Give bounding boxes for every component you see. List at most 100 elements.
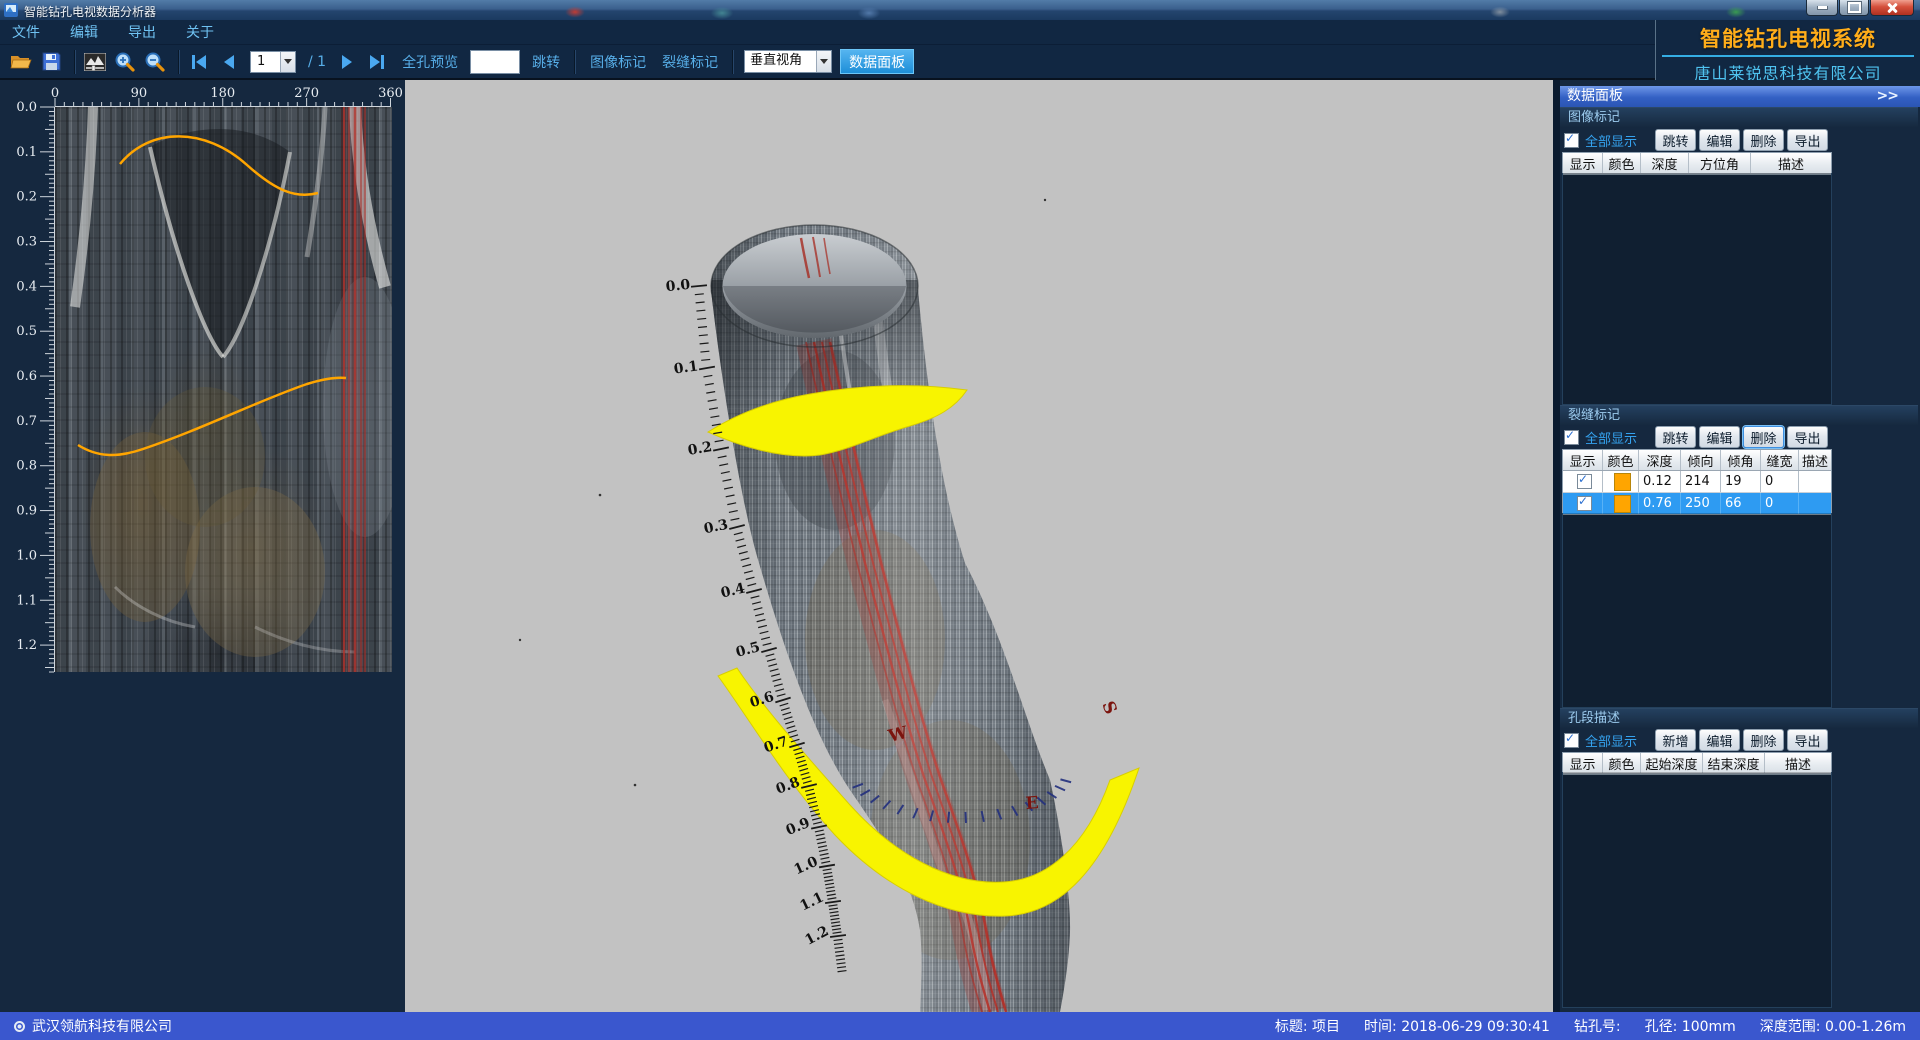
- open-folder-icon: [10, 53, 32, 71]
- column-header: 描述: [1799, 450, 1831, 470]
- image-marks-showall-label[interactable]: 全部显示: [1585, 131, 1637, 150]
- svg-text:1.2: 1.2: [16, 638, 37, 653]
- toolbar-separator: [74, 50, 76, 74]
- status-info: 标题: 项目 时间: 2018-06-29 09:30:41 钻孔号: 孔径: …: [1275, 1016, 1906, 1036]
- save-button[interactable]: [38, 49, 64, 75]
- svg-text:0.9: 0.9: [16, 504, 37, 519]
- combo-dropdown[interactable]: [280, 52, 295, 72]
- image-marks-button-2[interactable]: 编辑: [1699, 129, 1740, 151]
- collapse-panel-button[interactable]: >>: [1877, 86, 1898, 107]
- crack-marks-table: 显示颜色深度倾向倾角缝宽描述0.122141900.76250660: [1562, 449, 1832, 515]
- full-preview-label[interactable]: 全孔预览: [402, 52, 458, 72]
- crack-cell: 19: [1721, 471, 1761, 492]
- view-angle-select[interactable]: 垂直视角: [744, 50, 832, 73]
- crack-marks-button-1[interactable]: 跳转: [1655, 426, 1696, 448]
- segments-showall-checkbox[interactable]: [1564, 733, 1579, 748]
- svg-text:0.8: 0.8: [774, 774, 802, 797]
- page-number-combo[interactable]: 1: [250, 51, 296, 73]
- menu-file[interactable]: 文件: [12, 22, 40, 42]
- select-dropdown[interactable]: [816, 51, 831, 72]
- segments-button-3[interactable]: 删除: [1743, 729, 1784, 751]
- cylinder-scene: WES 0.00.10.20.30.40.50.60.70.80.91.01.1…: [405, 80, 1553, 1012]
- image-marks-table-body: [1562, 173, 1832, 405]
- status-depth-range: 深度范围: 0.00-1.26m: [1760, 1016, 1906, 1036]
- crack-cell: 0: [1761, 471, 1799, 492]
- segments-button-1[interactable]: 新增: [1655, 729, 1696, 751]
- first-page-button[interactable]: [186, 49, 212, 75]
- crack-cell: 0.76: [1639, 493, 1681, 514]
- column-header: 描述: [1765, 753, 1831, 773]
- maximize-button[interactable]: [1839, 0, 1869, 16]
- image-marks-button-1[interactable]: 跳转: [1655, 129, 1696, 151]
- chevron-down-icon: [820, 59, 828, 68]
- first-page-icon: [190, 54, 208, 70]
- borehole-unwrapped-image[interactable]: [55, 107, 392, 672]
- image-adjust-button[interactable]: [82, 49, 108, 75]
- row-checkbox[interactable]: [1577, 474, 1592, 489]
- image-marks-showall-checkbox[interactable]: [1564, 133, 1579, 148]
- column-header: 深度: [1641, 153, 1689, 173]
- segments-section-title: 孔段描述: [1560, 708, 1918, 728]
- minimize-button[interactable]: [1806, 0, 1838, 16]
- borehole-2d-panel: 0901802703600.00.10.20.30.40.50.60.70.80…: [0, 80, 405, 1012]
- menu-export[interactable]: 导出: [128, 22, 156, 42]
- svg-text:90: 90: [131, 86, 148, 101]
- svg-text:0.5: 0.5: [16, 324, 37, 339]
- open-folder-button[interactable]: [8, 49, 34, 75]
- segments-button-2[interactable]: 编辑: [1699, 729, 1740, 751]
- data-panel-title: 数据面板: [1567, 88, 1623, 104]
- svg-text:0.6: 0.6: [16, 369, 37, 384]
- crack-mark-tool[interactable]: 裂缝标记: [662, 52, 718, 72]
- crack-cell: [1603, 471, 1639, 492]
- toolbar-separator: [732, 50, 734, 74]
- borehole-3d-view[interactable]: WES 0.00.10.20.30.40.50.60.70.80.91.01.1…: [405, 80, 1553, 1012]
- segments-controls: 全部显示 新增编辑删除导出: [1564, 728, 1828, 752]
- borehole-image-overlay: [55, 107, 392, 672]
- image-mark-tool[interactable]: 图像标记: [590, 52, 646, 72]
- close-button[interactable]: [1870, 0, 1914, 16]
- crack-marks-showall-label[interactable]: 全部显示: [1585, 428, 1637, 447]
- main-area: 0901802703600.00.10.20.30.40.50.60.70.80…: [0, 80, 1920, 1012]
- crack-marks-button-2[interactable]: 编辑: [1699, 426, 1740, 448]
- crack-marks-button-4[interactable]: 导出: [1787, 426, 1828, 448]
- column-header: 倾角: [1721, 450, 1761, 470]
- image-marks-button-4[interactable]: 导出: [1787, 129, 1828, 151]
- data-panel: 数据面板 >> 图像标记 全部显示 跳转编辑删除导出 显示颜色深度方位角描述 裂…: [1560, 80, 1920, 1012]
- zoom-out-button[interactable]: [142, 49, 168, 75]
- prev-page-button[interactable]: [216, 49, 242, 75]
- crack-marks-showall-checkbox[interactable]: [1564, 430, 1579, 445]
- svg-text:1.0: 1.0: [792, 854, 821, 879]
- next-page-button[interactable]: [334, 49, 360, 75]
- last-page-button[interactable]: [364, 49, 390, 75]
- segments-showall-label[interactable]: 全部显示: [1585, 731, 1637, 750]
- segments-button-4[interactable]: 导出: [1787, 729, 1828, 751]
- zoom-in-button[interactable]: [112, 49, 138, 75]
- crack-marks-table-body: [1562, 513, 1832, 708]
- image-marks-button-3[interactable]: 删除: [1743, 129, 1784, 151]
- crack-cell: [1799, 471, 1831, 492]
- app-icon: [4, 3, 18, 17]
- borehole-opening: [711, 225, 918, 347]
- svg-text:0.7: 0.7: [16, 414, 37, 429]
- crack-row[interactable]: 0.12214190: [1563, 471, 1831, 493]
- crack-marks-button-3[interactable]: 删除: [1743, 426, 1784, 448]
- menu-edit[interactable]: 编辑: [70, 22, 98, 42]
- jump-label[interactable]: 跳转: [532, 52, 560, 72]
- column-header: 颜色: [1603, 753, 1641, 773]
- svg-text:0.3: 0.3: [16, 235, 37, 250]
- crack-row[interactable]: 0.76250660: [1563, 493, 1831, 514]
- color-swatch: [1614, 473, 1631, 491]
- menu-about[interactable]: 关于: [186, 22, 214, 42]
- status-diameter: 孔径: 100mm: [1645, 1016, 1736, 1036]
- svg-text:0.9: 0.9: [784, 815, 813, 839]
- panel-divider: [1553, 80, 1560, 1012]
- zoom-in-icon: [114, 51, 136, 73]
- jump-input[interactable]: [470, 50, 520, 74]
- page-total-label: / 1: [308, 54, 326, 70]
- chevron-down-icon: [284, 59, 292, 68]
- row-checkbox[interactable]: [1577, 496, 1592, 511]
- table-header-row: 显示颜色起始深度结束深度描述: [1563, 753, 1831, 774]
- svg-text:0.1: 0.1: [673, 358, 699, 377]
- data-panel-toggle[interactable]: 数据面板: [840, 49, 914, 74]
- color-swatch: [1614, 495, 1631, 513]
